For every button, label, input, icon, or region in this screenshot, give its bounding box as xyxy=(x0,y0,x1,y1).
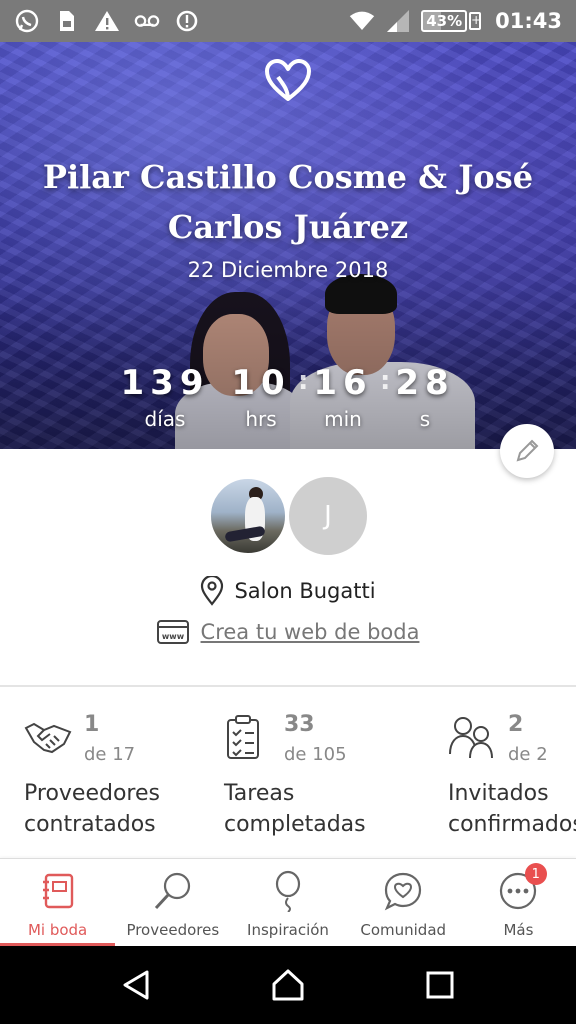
notebook-icon xyxy=(36,869,80,913)
tab-inspiracion[interactable]: Inspiración xyxy=(230,859,345,946)
countdown-minutes-value: 16 xyxy=(313,363,373,403)
chat-heart-icon xyxy=(381,869,425,913)
signal-icon xyxy=(385,8,411,34)
bottom-tab-bar: Mi boda Proveedores Inspiración Comunida… xyxy=(0,858,576,946)
tab-label: Más xyxy=(503,921,534,939)
countdown-seconds-label: s xyxy=(419,407,431,431)
countdown-hours: 10 hrs xyxy=(216,360,306,432)
countdown-hours-value: 10 xyxy=(231,363,291,403)
browser-www-icon: www xyxy=(156,620,189,644)
whatsapp-icon xyxy=(14,8,40,34)
stat-guests-label: Invitados confirmados xyxy=(448,781,576,837)
couple-avatars: J xyxy=(208,474,370,558)
venue[interactable]: Salon Bugatti xyxy=(0,576,576,606)
recents-button[interactable] xyxy=(410,955,470,1015)
stat-guests-total: de 2 xyxy=(508,744,548,765)
tab-label: Inspiración xyxy=(247,921,329,939)
sim-icon xyxy=(54,8,80,34)
wifi-icon xyxy=(349,8,375,34)
magnifier-icon xyxy=(151,869,195,913)
countdown-days-value: 139 xyxy=(120,363,210,403)
voicemail-icon xyxy=(134,8,160,34)
countdown-seconds-value: 28 xyxy=(395,363,455,403)
stat-providers-label: Proveedores contratados xyxy=(24,781,160,837)
partner-avatar[interactable]: J xyxy=(286,474,370,558)
home-icon xyxy=(272,969,304,1001)
back-triangle-icon xyxy=(123,970,149,1000)
pencil-icon xyxy=(516,439,539,462)
notification-badge: 1 xyxy=(524,863,547,885)
location-pin-icon xyxy=(201,576,224,606)
countdown-days: 139 días xyxy=(120,360,210,432)
home-button[interactable] xyxy=(258,955,318,1015)
tab-label: Mi boda xyxy=(27,921,88,939)
stat-guests-value: 2 xyxy=(508,712,524,737)
venue-name: Salon Bugatti xyxy=(234,579,376,603)
stat-providers-value: 1 xyxy=(84,712,100,737)
recents-square-icon xyxy=(426,971,454,999)
clipboard-checklist-icon xyxy=(227,715,259,759)
battery-level: 43% xyxy=(421,10,468,32)
svg-text:www: www xyxy=(161,632,184,641)
stat-tasks-label: Tareas completadas xyxy=(224,781,366,837)
edit-cover-button[interactable] xyxy=(500,424,554,478)
stat-tasks-total: de 105 xyxy=(284,744,347,765)
system-nav-bar xyxy=(0,946,576,1024)
countdown-hours-label: hrs xyxy=(245,407,277,431)
create-wedding-web-link[interactable]: www Crea tu web de boda xyxy=(0,620,576,644)
countdown-seconds: 28 s xyxy=(380,360,470,432)
countdown: 139 días 10 hrs : 16 min : 28 s xyxy=(120,360,460,440)
balloon-icon xyxy=(266,869,310,913)
countdown-days-label: días xyxy=(144,407,186,431)
stat-tasks-value: 33 xyxy=(284,712,315,737)
battery-icon: 43% + xyxy=(421,10,481,32)
tab-label: Proveedores xyxy=(126,921,220,939)
countdown-minutes: 16 min xyxy=(298,360,388,432)
stat-providers-total: de 17 xyxy=(84,744,136,765)
handshake-icon xyxy=(24,722,72,754)
web-link-label: Crea tu web de boda xyxy=(200,620,420,644)
clock: 01:43 xyxy=(495,9,562,33)
back-button[interactable] xyxy=(106,955,166,1015)
heart-logo-icon xyxy=(265,59,311,101)
guests-icon xyxy=(449,717,493,759)
tab-label: Comunidad xyxy=(360,921,447,939)
divider xyxy=(0,685,576,687)
tab-proveedores[interactable]: Proveedores xyxy=(115,859,230,946)
tab-mi-boda[interactable]: Mi boda xyxy=(0,859,116,946)
status-bar: 43% + 01:43 xyxy=(0,0,576,42)
wedding-date: 22 Diciembre 2018 xyxy=(187,258,389,282)
warning-icon xyxy=(94,8,120,34)
tab-mas[interactable]: 1 Más xyxy=(461,859,576,946)
bride-avatar[interactable] xyxy=(208,476,288,556)
countdown-minutes-label: min xyxy=(324,407,362,431)
hero-cover-photo: Pilar Castillo Cosme & José Carlos Juáre… xyxy=(0,42,576,449)
tab-comunidad[interactable]: Comunidad xyxy=(346,859,461,946)
sync-icon xyxy=(174,8,200,34)
couple-names: Pilar Castillo Cosme & José Carlos Juáre… xyxy=(42,158,534,246)
